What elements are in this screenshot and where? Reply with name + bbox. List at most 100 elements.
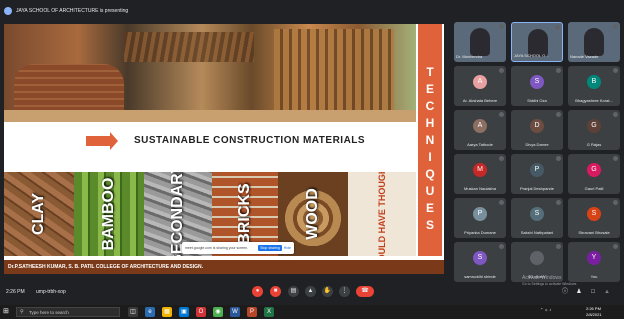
- participant-name: Priyanka Dumane: [464, 230, 496, 235]
- task-view-icon[interactable]: ◫: [128, 307, 138, 317]
- captions-icon[interactable]: ▤: [288, 286, 299, 297]
- windows-start-icon[interactable]: ⊞: [3, 308, 11, 316]
- participant-name: Bhagyashree Korat...: [575, 98, 613, 103]
- participant-avatar: A: [473, 75, 487, 89]
- participant-avatar: A: [473, 119, 487, 133]
- tile-label: WHO WOULD HAVE THOUGHT THIS?: [377, 172, 387, 256]
- participant-avatar: S: [530, 207, 544, 221]
- mic-muted-icon: [613, 68, 618, 73]
- tile-clay: CLAY: [4, 172, 74, 256]
- info-icon[interactable]: ⓘ: [561, 288, 569, 296]
- share-popup-text: meet.google.com is sharing your screen.: [185, 246, 249, 250]
- raise-hand-icon[interactable]: ✋: [322, 286, 333, 297]
- chrome-icon[interactable]: ◉: [213, 307, 223, 317]
- participant-tile[interactable]: S Siddhi Oza: [511, 66, 563, 106]
- presenter-avatar: [4, 7, 12, 15]
- participant-video: [584, 28, 604, 56]
- slide-footer: Dr.P.SATHEESH KUMAR, S. B. PATIL COLLEGE…: [4, 260, 444, 274]
- mic-muted-icon: [556, 112, 561, 117]
- excel-icon[interactable]: X: [264, 307, 274, 317]
- presenting-text: JAYA SCHOOL OF ARCHITECTURE is presentin…: [16, 8, 129, 14]
- mic-muted-icon: [613, 244, 618, 249]
- office-icon[interactable]: O: [196, 307, 206, 317]
- participant-tile[interactable]: P Priyanka Dumane: [454, 198, 506, 238]
- participant-avatar: D: [530, 119, 544, 133]
- participant-tile[interactable]: A Aarya Tathode: [454, 110, 506, 150]
- tile-who: WHO WOULD HAVE THOUGHT THIS?: [348, 172, 416, 256]
- store-icon[interactable]: ▣: [179, 307, 189, 317]
- participant-tile[interactable]: S Shravani Bhosale: [568, 198, 620, 238]
- tile-label: WOOD: [304, 188, 321, 240]
- screen-share-popup: meet.google.com is sharing your screen. …: [182, 242, 294, 254]
- participant-tile[interactable]: G G Rajas: [568, 110, 620, 150]
- participant-name: You: [590, 274, 598, 279]
- clock-date[interactable]: 2/8/2021: [586, 312, 602, 317]
- participant-tile[interactable]: Dr. Manvendra: [454, 22, 506, 62]
- mic-muted-icon: [555, 25, 560, 30]
- end-call-button[interactable]: ☎: [356, 286, 374, 297]
- activate-windows-hint: Go to Settings to activate Windows.: [522, 282, 578, 286]
- powerpoint-icon[interactable]: P: [247, 307, 257, 317]
- participant-name: Siddhi Oza: [527, 98, 547, 103]
- participant-tile[interactable]: A Ar. Akshata Behere: [454, 66, 506, 106]
- side-word: T E C H N I Q U E S: [425, 65, 435, 232]
- participant-grid: Dr. Manvendra JAYA SCHOOL O... Nanade Vaza…: [454, 22, 620, 282]
- camera-icon[interactable]: ■: [270, 286, 281, 297]
- mic-muted-icon: [556, 156, 561, 161]
- participant-name: Dr. Manvendra: [456, 54, 483, 59]
- file-explorer-icon[interactable]: ▦: [162, 307, 172, 317]
- participant-tile[interactable]: S Sakshi Nathpatani: [511, 198, 563, 238]
- participant-tile[interactable]: D Divya Damre: [511, 110, 563, 150]
- participant-avatar: G: [587, 119, 601, 133]
- participant-avatar: Y: [587, 251, 601, 265]
- mic-muted-icon: [499, 68, 504, 73]
- participant-name: Pranjal Deshpande: [519, 186, 555, 191]
- participant-tile[interactable]: JAYA SCHOOL O...: [511, 22, 563, 62]
- mic-icon[interactable]: ●: [252, 286, 263, 297]
- mic-muted-icon: [499, 24, 504, 29]
- arrow-icon: [86, 132, 118, 150]
- activities-icon[interactable]: ▵: [603, 288, 611, 296]
- participant-tile[interactable]: Nanade Vazade: [568, 22, 620, 62]
- present-icon[interactable]: ▲: [305, 286, 316, 297]
- participant-name: Sakshi Nathpatani: [520, 230, 554, 235]
- participant-name: Muskan Naulakha: [463, 186, 497, 191]
- tile-label: BRICKS: [236, 183, 253, 245]
- participant-avatar: [530, 251, 544, 265]
- clock-time[interactable]: 2:26 PM: [586, 306, 601, 311]
- more-options-icon[interactable]: ⋮: [339, 286, 350, 297]
- participant-tile[interactable]: B Bhagyashree Korat...: [568, 66, 620, 106]
- participant-tile[interactable]: M Muskan Naulakha: [454, 154, 506, 194]
- participant-tile[interactable]: Y You: [568, 242, 620, 282]
- participant-name: Aarya Tathode: [467, 142, 493, 147]
- search-icon: ⚲: [20, 309, 24, 315]
- hide-button[interactable]: Hide: [284, 246, 291, 250]
- slide-footer-text: Dr.P.SATHEESH KUMAR, S. B. PATIL COLLEGE…: [8, 264, 204, 270]
- mic-muted-icon: [613, 200, 618, 205]
- participant-tile[interactable]: G Gauri Patil: [568, 154, 620, 194]
- tile-label: CLAY: [30, 192, 47, 236]
- mic-muted-icon: [499, 244, 504, 249]
- chat-icon[interactable]: □: [589, 288, 597, 296]
- participant-name: Divya Damre: [525, 142, 549, 147]
- stop-sharing-button[interactable]: Stop sharing: [258, 245, 282, 251]
- taskbar-search-placeholder: Type here to search: [29, 310, 69, 315]
- participant-name: Nanade Vazade: [570, 54, 599, 59]
- participant-tile[interactable]: Ssamruddhi shinde: [454, 242, 506, 282]
- participant-tile[interactable]: P Pranjal Deshpande: [511, 154, 563, 194]
- people-icon[interactable]: ♟: [575, 288, 583, 296]
- meeting-code: ump-trbh-xop: [36, 289, 66, 295]
- windows-taskbar: ⊞ ⚲ Type here to search ◫ e ▦ ▣ O ◉ W P …: [0, 305, 624, 319]
- edge-icon[interactable]: e: [145, 307, 155, 317]
- participant-avatar: G: [587, 163, 601, 177]
- mic-muted-icon: [499, 156, 504, 161]
- tray-icons[interactable]: ⌃ ☼ ♪: [540, 307, 551, 312]
- taskbar-search[interactable]: ⚲ Type here to search: [16, 307, 120, 317]
- participant-avatar: P: [530, 163, 544, 177]
- participant-video: [470, 28, 490, 56]
- shared-slide: T E C H N I Q U E S SUSTAINABLE CONSTRUC…: [4, 24, 444, 274]
- tile-bamboo: BAMBOO: [74, 172, 144, 256]
- word-icon[interactable]: W: [230, 307, 240, 317]
- participant-avatar: S: [587, 207, 601, 221]
- participant-name: Gauri Patil: [584, 186, 604, 191]
